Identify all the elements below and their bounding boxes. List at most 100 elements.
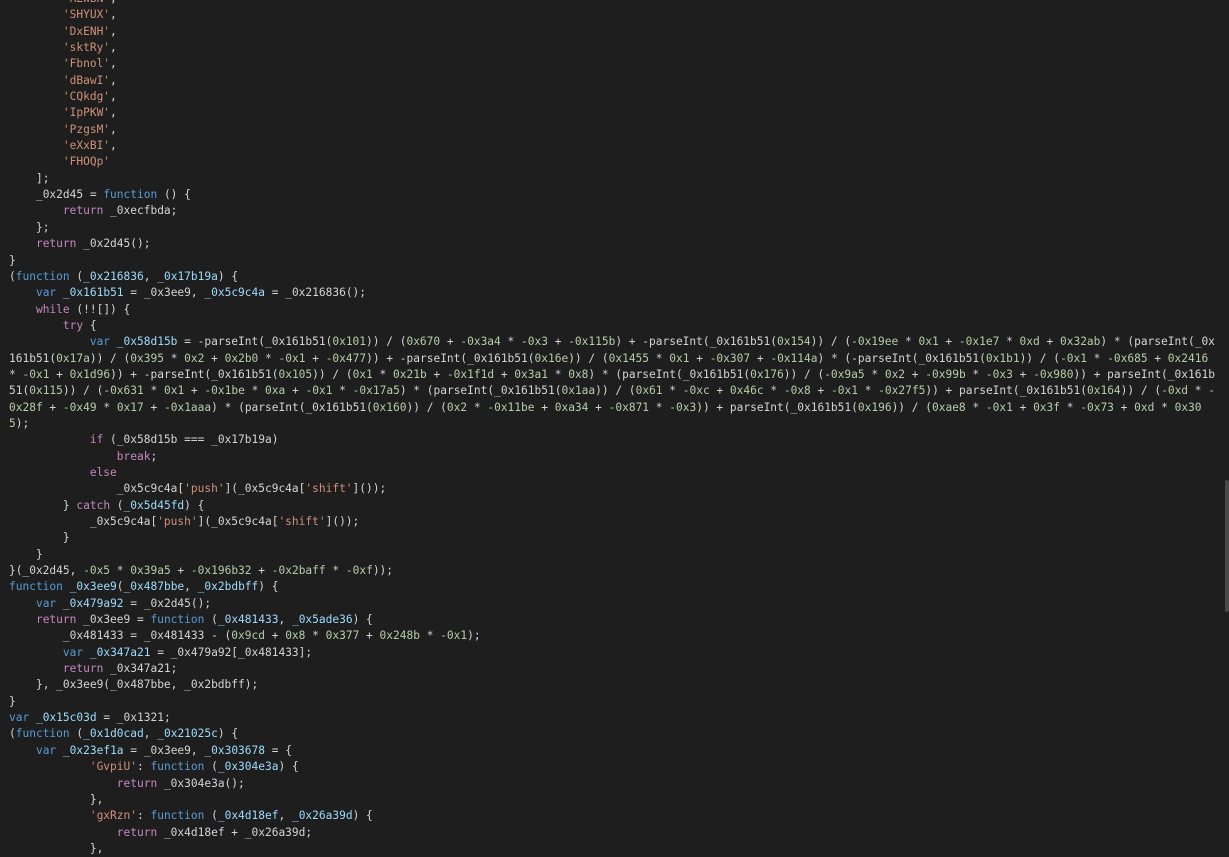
code-token: + (588, 400, 609, 414)
code-token: _0x304e3a (217, 760, 279, 774)
code-token: -0x8 (783, 384, 811, 398)
code-token: )) / ( (1019, 351, 1060, 365)
code-token: )) + -parseInt(_0x161b51( (366, 351, 535, 365)
vertical-scrollbar[interactable] (1225, 480, 1229, 612)
code-token: ); (467, 629, 481, 643)
code-token: 'GvpiU' (89, 760, 137, 774)
code-token: 0x1b1 (985, 351, 1020, 365)
code-token: ) + -parseInt(_0x161b51( (615, 335, 777, 349)
code-token: 0x8 (568, 367, 589, 381)
code-token: 0x377 (325, 629, 360, 643)
code-token: _0x17b19a (157, 269, 218, 283)
code-token: ) * (parseInt(_0x161b51( (399, 384, 562, 398)
code-token: 0x2 (184, 351, 205, 365)
code-token: + (264, 629, 286, 643)
code-editor[interactable]: 'REWBN', 'SHYUX', 'DxENH', 'sktRy', 'Fbn… (0, 0, 1229, 857)
code-line: }; (9, 220, 1219, 236)
code-token: -0x477 (325, 351, 367, 365)
code-token: + (143, 400, 164, 414)
code-line: var _0x479a92 = _0x2d45(); (9, 596, 1219, 612)
code-token: -0x1be (204, 384, 245, 398)
code-token: 0x1 (669, 351, 690, 365)
code-token: * (332, 384, 353, 398)
code-token: _0x5c9c4a[ (9, 515, 158, 528)
code-token: 0x2 (446, 400, 468, 414)
code-token: var (62, 645, 84, 659)
code-token: 0xd (1134, 400, 1155, 414)
code-token: _0x23ef1a (62, 743, 124, 757)
code-token: + (204, 351, 225, 365)
code-token: ](_0x5c9c4a[ (197, 515, 279, 528)
code-token: + (1012, 367, 1034, 381)
code-line: 'GvpiU': function (_0x304e3a) { (9, 759, 1219, 775)
code-token: } (9, 498, 77, 512)
code-line: 'IpPKW', (9, 105, 1219, 121)
code-token: ]; (9, 171, 50, 185)
code-token: )) / ( (366, 335, 407, 349)
code-token: )) / ( (62, 384, 104, 398)
code-token: + (938, 335, 959, 349)
code-token: 'gxRzn' (89, 809, 137, 823)
code-token: : (136, 760, 151, 774)
code-token: 0x1aa (561, 384, 596, 398)
code-token: _0xecfbda; (103, 204, 178, 218)
code-token: -0xf (345, 564, 373, 578)
code-token: 0x2416 (1167, 351, 1209, 365)
code-token: = _0x3ee9, (123, 286, 205, 300)
code-token: -0x1 (22, 367, 50, 381)
code-token: = _0x216836(); (265, 286, 367, 300)
code-token: -0x1 (305, 384, 333, 398)
code-token: } (9, 694, 16, 708)
code-line: 'CQkdg', (9, 89, 1219, 105)
code-line: } catch (_0x5d45fd) { (9, 498, 1219, 514)
code-token: 0x8 (285, 629, 306, 643)
code-token: * (898, 335, 919, 349)
code-token: ( (110, 498, 124, 512)
code-token: _0x2bdbff (197, 580, 259, 594)
code-token: ) * (-parseInt(_0x161b51( (817, 351, 986, 365)
code-line: return _0x4d18ef + _0x26a39d; (9, 825, 1219, 841)
code-line: break; (9, 449, 1219, 465)
code-line: }, (9, 792, 1219, 808)
code-line: 'eXxBI', (9, 138, 1219, 154)
code-line: } (9, 530, 1219, 546)
code-token: _0x3ee9 (69, 580, 117, 594)
code-token: -0x3 (985, 367, 1013, 381)
code-token: _0x4d18ef (217, 809, 279, 823)
code-token: (_0x58d15b === _0x17b19a) (103, 433, 279, 447)
code-token: + (1147, 351, 1168, 365)
code-token: -0x114a (770, 351, 818, 365)
code-token: -0x1 (278, 351, 306, 365)
code-token: )) / ( (595, 384, 636, 398)
code-token: 0x164 (1086, 384, 1121, 398)
code-token: + (305, 351, 326, 365)
code-token: var (9, 711, 30, 725)
code-content[interactable]: 'REWBN', 'SHYUX', 'DxENH', 'sktRy', 'Fbn… (9, 0, 1219, 857)
code-token: -0x9a5 (824, 367, 865, 381)
code-token: 0x3a1 (514, 367, 548, 381)
code-token: ) * (parseInt(_0x161b51( (211, 400, 373, 414)
code-token: 0x105 (278, 367, 313, 381)
code-token: return (116, 825, 158, 839)
code-token: ]()); (352, 482, 387, 496)
code-token: ) { (217, 727, 239, 741)
code-token: + (689, 351, 710, 365)
code-token: -0x871 (608, 400, 650, 414)
code-token: _0x481433 (217, 613, 279, 627)
code-token: * (649, 351, 670, 365)
code-token: -0x1 (440, 629, 468, 643)
code-token: * (547, 367, 569, 381)
code-token: ) * (parseInt(_0x161b51( (588, 367, 751, 381)
code-token: 0x3f (1033, 400, 1061, 414)
code-token: )) / ( (568, 351, 609, 365)
code-line: if (_0x58d15b === _0x17b19a) (9, 432, 1219, 448)
code-token: * (965, 400, 986, 414)
